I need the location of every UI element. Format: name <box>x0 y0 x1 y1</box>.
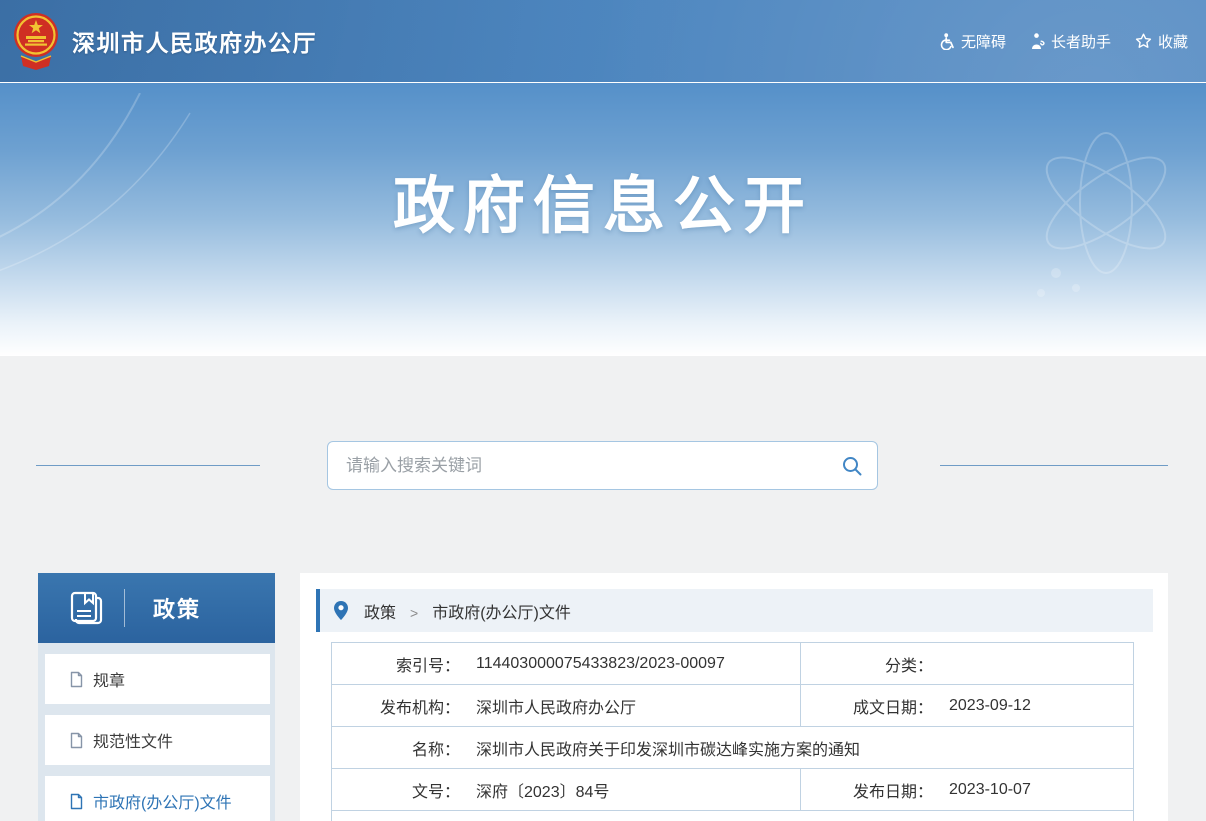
sidebar-item-label: 市政府(办公厅)文件 <box>93 789 232 813</box>
sidebar-header: 政策 <box>38 573 275 643</box>
wheelchair-icon <box>939 33 955 50</box>
field-value: 114403000075433823/2023-00097 <box>476 655 725 673</box>
location-pin-icon <box>334 601 348 620</box>
search-box <box>327 441 878 490</box>
hero-banner: 政府信息公开 <box>0 82 1206 356</box>
search-icon[interactable] <box>841 455 863 477</box>
table-cell: 索引号： 114403000075433823/2023-00097 <box>332 643 801 684</box>
topbar-link-label: 收藏 <box>1158 31 1188 52</box>
right-decorative-line <box>940 465 1168 466</box>
table-cell: 发布日期： 2023-10-07 <box>801 769 1133 810</box>
sidebar-item-2[interactable]: 规范性文件 <box>45 715 270 765</box>
elderly-icon <box>1030 33 1045 50</box>
field-value: 深府〔2023〕84号 <box>476 778 609 802</box>
topbar-link-2[interactable]: 长者助手 <box>1030 31 1111 52</box>
breadcrumb-item-2[interactable]: 市政府(办公厅)文件 <box>432 605 571 622</box>
field-label: 文号： <box>332 778 460 802</box>
field-label: 发布机构： <box>332 694 460 718</box>
breadcrumb-item-1[interactable]: 政策 <box>364 605 396 622</box>
table-cell: 分类： <box>801 643 1133 684</box>
table-cell: 发布机构： 深圳市人民政府办公厅 <box>332 685 801 726</box>
table-cell: 文号： 深府〔2023〕84号 <box>332 769 801 810</box>
field-label: 分类： <box>801 652 933 676</box>
field-label: 索引号： <box>332 652 460 676</box>
sidebar-menu: 规章规范性文件市政府(办公厅)文件 <box>38 654 275 821</box>
table-row-partial <box>332 811 1133 821</box>
policy-sidebar: 政策 规章规范性文件市政府(办公厅)文件 <box>38 573 275 821</box>
table-row: 名称： 深圳市人民政府关于印发深圳市碳达峰实施方案的通知 <box>332 727 1133 769</box>
document-icon <box>69 732 84 749</box>
star-icon <box>1135 33 1152 49</box>
field-value: 2023-10-07 <box>949 781 1031 799</box>
field-label: 成文日期： <box>801 694 933 718</box>
breadcrumb-separator: > <box>410 605 418 621</box>
table-cell: 成文日期： 2023-09-12 <box>801 685 1133 726</box>
field-value: 深圳市人民政府关于印发深圳市碳达峰实施方案的通知 <box>476 736 860 760</box>
sidebar-item-1[interactable]: 规章 <box>45 654 270 704</box>
document-icon <box>69 671 84 688</box>
topbar-link-label: 无障碍 <box>961 31 1006 52</box>
document-info-table: 索引号：114403000075433823/2023-00097分类：发布机构… <box>331 642 1134 821</box>
table-row: 发布机构： 深圳市人民政府办公厅 成文日期： 2023-09-12 <box>332 685 1133 727</box>
breadcrumb: 政策 > 市政府(办公厅)文件 <box>316 589 1153 632</box>
sidebar-item-label: 规章 <box>93 667 125 691</box>
page-title: 政府信息公开 <box>0 155 1206 245</box>
topbar-link-label: 长者助手 <box>1051 31 1111 52</box>
table-row: 索引号： 114403000075433823/2023-00097 分类： <box>332 643 1133 685</box>
field-value: 深圳市人民政府办公厅 <box>476 694 636 718</box>
breadcrumb-items: 政策 > 市政府(办公厅)文件 <box>348 599 571 623</box>
site-title: 深圳市人民政府办公厅 <box>72 24 317 58</box>
table-cell: 名称： 深圳市人民政府关于印发深圳市碳达峰实施方案的通知 <box>332 727 1133 768</box>
table-row: 文号： 深府〔2023〕84号 发布日期： 2023-10-07 <box>332 769 1133 811</box>
field-label: 发布日期： <box>801 778 933 802</box>
topbar-links: 无障碍 长者助手 收藏 <box>939 31 1188 52</box>
document-icon <box>69 793 84 810</box>
content-panel: 政策 > 市政府(办公厅)文件 索引号： 114403000075433823/202… <box>300 573 1168 821</box>
topbar-link-3[interactable]: 收藏 <box>1135 31 1188 52</box>
sidebar-header-label: 政策 <box>153 592 201 624</box>
top-header-bar: 深圳市人民政府办公厅 无障碍 长者助手 收藏 <box>0 0 1206 82</box>
sidebar-header-divider <box>124 589 125 627</box>
sidebar-item-3[interactable]: 市政府(办公厅)文件 <box>45 776 270 821</box>
field-label: 名称： <box>332 736 460 760</box>
field-value: 2023-09-12 <box>949 697 1031 715</box>
national-emblem-logo <box>13 12 59 70</box>
book-icon <box>68 590 104 626</box>
left-decorative-line <box>36 465 260 466</box>
search-input[interactable] <box>328 456 841 476</box>
topbar-link-1[interactable]: 无障碍 <box>939 31 1006 52</box>
sidebar-item-label: 规范性文件 <box>93 728 173 752</box>
breadcrumb-accent-bar <box>316 589 320 632</box>
